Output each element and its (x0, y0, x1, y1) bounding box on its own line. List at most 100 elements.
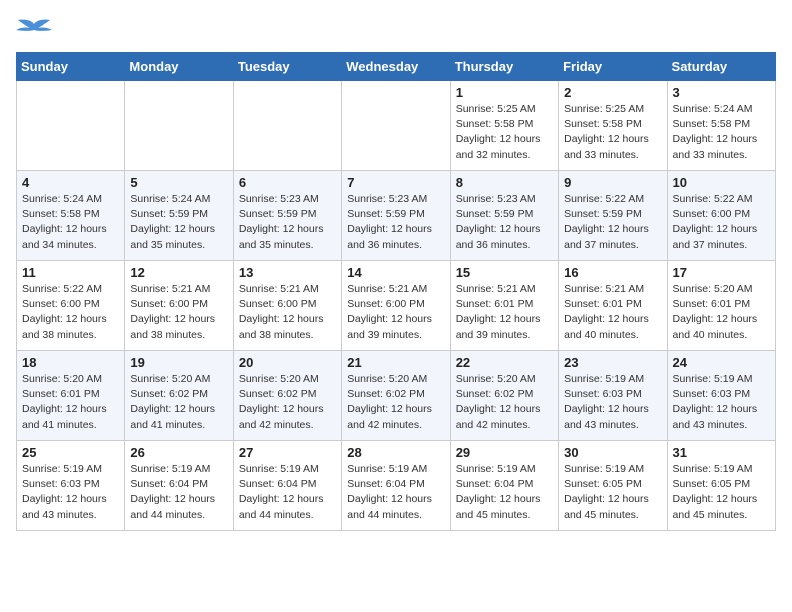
day-number: 4 (22, 175, 119, 190)
day-number: 21 (347, 355, 444, 370)
day-info: Sunrise: 5:25 AM Sunset: 5:58 PM Dayligh… (456, 102, 553, 163)
day-cell: 26 Sunrise: 5:19 AM Sunset: 6:04 PM Dayli… (125, 441, 233, 531)
day-cell: 23 Sunrise: 5:19 AM Sunset: 6:03 PM Dayli… (559, 351, 667, 441)
day-info: Sunrise: 5:19 AM Sunset: 6:03 PM Dayligh… (564, 372, 661, 433)
day-number: 27 (239, 445, 336, 460)
week-row-1: 1Sunrise: 5:25 AM Sunset: 5:58 PM Daylig… (17, 81, 776, 171)
week-row-5: 25 Sunrise: 5:19 AM Sunset: 6:03 PM Dayli… (17, 441, 776, 531)
day-cell (342, 81, 450, 171)
day-number: 26 (130, 445, 227, 460)
day-cell: 2Sunrise: 5:25 AM Sunset: 5:58 PM Daylig… (559, 81, 667, 171)
day-cell: 22Sunrise: 5:20 AM Sunset: 6:02 PM Dayli… (450, 351, 558, 441)
day-info: Sunrise: 5:19 AM Sunset: 6:04 PM Dayligh… (239, 462, 336, 523)
day-number: 24 (673, 355, 770, 370)
day-cell: 13 Sunrise: 5:21 AM Sunset: 6:00 PM Dayli… (233, 261, 341, 351)
header-cell-monday: Monday (125, 53, 233, 81)
day-cell (17, 81, 125, 171)
day-number: 31 (673, 445, 770, 460)
day-number: 6 (239, 175, 336, 190)
header-cell-friday: Friday (559, 53, 667, 81)
day-info: Sunrise: 5:21 AM Sunset: 6:00 PM Dayligh… (347, 282, 444, 343)
day-number: 28 (347, 445, 444, 460)
header-cell-wednesday: Wednesday (342, 53, 450, 81)
day-number: 3 (673, 85, 770, 100)
day-cell: 31Sunrise: 5:19 AM Sunset: 6:05 PM Dayli… (667, 441, 775, 531)
day-info: Sunrise: 5:22 AM Sunset: 6:00 PM Dayligh… (22, 282, 119, 343)
day-info: Sunrise: 5:22 AM Sunset: 6:00 PM Dayligh… (673, 192, 770, 253)
day-info: Sunrise: 5:23 AM Sunset: 5:59 PM Dayligh… (456, 192, 553, 253)
day-cell: 25 Sunrise: 5:19 AM Sunset: 6:03 PM Dayli… (17, 441, 125, 531)
day-cell: 12 Sunrise: 5:21 AM Sunset: 6:00 PM Dayli… (125, 261, 233, 351)
day-cell: 5Sunrise: 5:24 AM Sunset: 5:59 PM Daylig… (125, 171, 233, 261)
day-number: 25 (22, 445, 119, 460)
day-info: Sunrise: 5:25 AM Sunset: 5:58 PM Dayligh… (564, 102, 661, 163)
day-number: 18 (22, 355, 119, 370)
day-cell: 30 Sunrise: 5:19 AM Sunset: 6:05 PM Dayli… (559, 441, 667, 531)
header-row: SundayMondayTuesdayWednesdayThursdayFrid… (17, 53, 776, 81)
day-info: Sunrise: 5:19 AM Sunset: 6:04 PM Dayligh… (347, 462, 444, 523)
day-number: 20 (239, 355, 336, 370)
day-number: 12 (130, 265, 227, 280)
header-cell-sunday: Sunday (17, 53, 125, 81)
day-info: Sunrise: 5:21 AM Sunset: 6:00 PM Dayligh… (130, 282, 227, 343)
day-info: Sunrise: 5:19 AM Sunset: 6:04 PM Dayligh… (130, 462, 227, 523)
day-info: Sunrise: 5:21 AM Sunset: 6:00 PM Dayligh… (239, 282, 336, 343)
day-info: Sunrise: 5:21 AM Sunset: 6:01 PM Dayligh… (564, 282, 661, 343)
day-cell: 24 Sunrise: 5:19 AM Sunset: 6:03 PM Dayli… (667, 351, 775, 441)
logo-icon (16, 16, 52, 46)
week-row-4: 18Sunrise: 5:20 AM Sunset: 6:01 PM Dayli… (17, 351, 776, 441)
day-info: Sunrise: 5:21 AM Sunset: 6:01 PM Dayligh… (456, 282, 553, 343)
day-cell: 20 Sunrise: 5:20 AM Sunset: 6:02 PM Dayli… (233, 351, 341, 441)
week-row-2: 4 Sunrise: 5:24 AM Sunset: 5:58 PM Daylig… (17, 171, 776, 261)
day-cell: 17 Sunrise: 5:20 AM Sunset: 6:01 PM Dayli… (667, 261, 775, 351)
day-cell (233, 81, 341, 171)
header-cell-thursday: Thursday (450, 53, 558, 81)
day-number: 16 (564, 265, 661, 280)
logo (16, 16, 56, 46)
day-cell: 1Sunrise: 5:25 AM Sunset: 5:58 PM Daylig… (450, 81, 558, 171)
day-number: 17 (673, 265, 770, 280)
day-cell: 29 Sunrise: 5:19 AM Sunset: 6:04 PM Dayli… (450, 441, 558, 531)
day-number: 13 (239, 265, 336, 280)
day-cell (125, 81, 233, 171)
day-cell: 9 Sunrise: 5:22 AM Sunset: 5:59 PM Daylig… (559, 171, 667, 261)
week-row-3: 11 Sunrise: 5:22 AM Sunset: 6:00 PM Dayli… (17, 261, 776, 351)
day-info: Sunrise: 5:20 AM Sunset: 6:02 PM Dayligh… (239, 372, 336, 433)
day-cell: 19Sunrise: 5:20 AM Sunset: 6:02 PM Dayli… (125, 351, 233, 441)
day-info: Sunrise: 5:19 AM Sunset: 6:05 PM Dayligh… (564, 462, 661, 523)
day-number: 15 (456, 265, 553, 280)
day-cell: 21 Sunrise: 5:20 AM Sunset: 6:02 PM Dayli… (342, 351, 450, 441)
day-info: Sunrise: 5:23 AM Sunset: 5:59 PM Dayligh… (239, 192, 336, 253)
day-number: 23 (564, 355, 661, 370)
day-info: Sunrise: 5:20 AM Sunset: 6:01 PM Dayligh… (673, 282, 770, 343)
day-number: 9 (564, 175, 661, 190)
day-info: Sunrise: 5:19 AM Sunset: 6:04 PM Dayligh… (456, 462, 553, 523)
day-cell: 10 Sunrise: 5:22 AM Sunset: 6:00 PM Dayli… (667, 171, 775, 261)
day-cell: 6 Sunrise: 5:23 AM Sunset: 5:59 PM Daylig… (233, 171, 341, 261)
day-info: Sunrise: 5:20 AM Sunset: 6:02 PM Dayligh… (347, 372, 444, 433)
header (16, 16, 776, 46)
header-cell-tuesday: Tuesday (233, 53, 341, 81)
day-cell: 11 Sunrise: 5:22 AM Sunset: 6:00 PM Dayli… (17, 261, 125, 351)
day-number: 30 (564, 445, 661, 460)
day-cell: 18Sunrise: 5:20 AM Sunset: 6:01 PM Dayli… (17, 351, 125, 441)
day-info: Sunrise: 5:19 AM Sunset: 6:03 PM Dayligh… (673, 372, 770, 433)
day-number: 29 (456, 445, 553, 460)
day-number: 10 (673, 175, 770, 190)
day-info: Sunrise: 5:19 AM Sunset: 6:03 PM Dayligh… (22, 462, 119, 523)
header-cell-saturday: Saturday (667, 53, 775, 81)
day-info: Sunrise: 5:24 AM Sunset: 5:58 PM Dayligh… (673, 102, 770, 163)
day-info: Sunrise: 5:20 AM Sunset: 6:02 PM Dayligh… (130, 372, 227, 433)
day-cell: 3 Sunrise: 5:24 AM Sunset: 5:58 PM Daylig… (667, 81, 775, 171)
day-cell: 28 Sunrise: 5:19 AM Sunset: 6:04 PM Dayli… (342, 441, 450, 531)
day-cell: 7Sunrise: 5:23 AM Sunset: 5:59 PM Daylig… (342, 171, 450, 261)
calendar-table: SundayMondayTuesdayWednesdayThursdayFrid… (16, 52, 776, 531)
day-info: Sunrise: 5:20 AM Sunset: 6:02 PM Dayligh… (456, 372, 553, 433)
day-number: 8 (456, 175, 553, 190)
day-cell: 8 Sunrise: 5:23 AM Sunset: 5:59 PM Daylig… (450, 171, 558, 261)
day-info: Sunrise: 5:22 AM Sunset: 5:59 PM Dayligh… (564, 192, 661, 253)
day-cell: 27 Sunrise: 5:19 AM Sunset: 6:04 PM Dayli… (233, 441, 341, 531)
day-number: 14 (347, 265, 444, 280)
day-number: 11 (22, 265, 119, 280)
day-info: Sunrise: 5:24 AM Sunset: 5:58 PM Dayligh… (22, 192, 119, 253)
